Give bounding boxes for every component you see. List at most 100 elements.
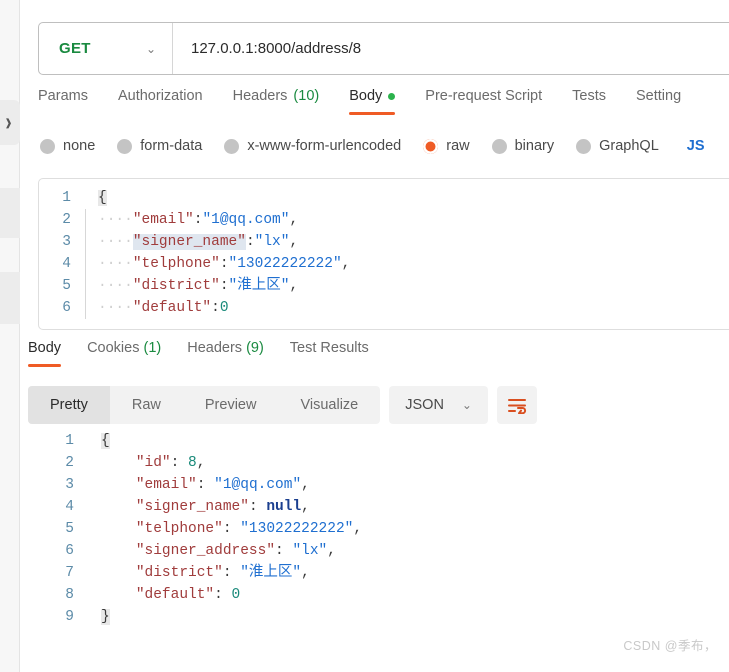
left-rail: ❱ — [0, 0, 20, 672]
code-content: { — [101, 430, 708, 452]
code-line: 5 ····"district":"淮上区", — [39, 275, 729, 297]
code-content: "district": "淮上区", — [101, 562, 708, 584]
code-whitespace: ···· — [98, 300, 133, 316]
body-type-radio-raw[interactable]: raw — [423, 138, 470, 154]
code-punctuation: : — [275, 543, 293, 559]
body-type-radio-graphql[interactable]: GraphQL — [576, 138, 659, 154]
request-tab-label: Setting — [635, 88, 682, 104]
code-key: "district" — [135, 565, 223, 581]
code-punctuation: : — [245, 234, 255, 250]
code-value: 8 — [188, 455, 197, 471]
body-type-label: raw — [446, 138, 470, 154]
code-line: 4 "signer_name": null, — [48, 496, 708, 518]
code-value: "lx" — [292, 543, 328, 559]
line-number: 2 — [65, 455, 74, 471]
word-wrap-button[interactable] — [496, 386, 537, 424]
code-key: "id" — [135, 455, 171, 471]
radio-icon — [423, 138, 439, 154]
line-number: 7 — [65, 565, 74, 581]
sidebar-expand-icon[interactable]: ❱ — [3, 118, 14, 129]
line-number: 8 — [65, 587, 74, 603]
response-view-pretty[interactable]: Pretty — [28, 386, 110, 424]
code-line: 2 "id": 8, — [48, 452, 708, 474]
body-type-radio-binary[interactable]: binary — [491, 138, 554, 154]
code-content: { — [98, 187, 729, 209]
code-content: ····"email":"1@qq.com", — [98, 209, 729, 231]
code-key: "signer_name" — [132, 234, 246, 250]
code-line: 3 ····"signer_name":"lx", — [39, 231, 729, 253]
request-tab-setting[interactable]: Setting — [636, 88, 681, 115]
left-rail-segment — [0, 272, 20, 324]
code-value: null — [266, 499, 302, 515]
response-format-select[interactable]: JSON ⌄ — [389, 386, 488, 424]
response-tab-test-results[interactable]: Test Results — [290, 340, 369, 367]
code-whitespace: ···· — [98, 212, 133, 228]
code-content: ····"telphone":"13022222222", — [98, 253, 729, 275]
request-tab-body[interactable]: Body — [349, 88, 396, 115]
code-punctuation: , — [301, 565, 310, 581]
code-punctuation: : — [248, 499, 267, 515]
indent-guide — [85, 209, 86, 231]
code-punctuation: , — [301, 499, 310, 515]
request-tab-authorization[interactable]: Authorization — [118, 88, 203, 115]
line-number: 5 — [62, 278, 71, 294]
body-type-radio-none[interactable]: none — [40, 138, 95, 154]
request-tab-label: Authorization — [117, 88, 203, 104]
response-view-toolbar: Pretty Raw Preview Visualize JSON ⌄ — [28, 386, 537, 424]
code-value: 0 — [219, 300, 229, 316]
code-punctuation: : — [214, 587, 232, 603]
code-brace: } — [101, 609, 110, 625]
radio-icon — [40, 138, 55, 154]
response-body-viewer[interactable]: 1{2 "id": 8, 3 "email": "1@qq.com", 4 "sig… — [48, 430, 708, 628]
indent-guide — [85, 231, 86, 253]
response-tab-body[interactable]: Body — [28, 340, 62, 367]
http-method-label: GET — [59, 40, 91, 57]
request-tab-params[interactable]: Params — [38, 88, 88, 115]
code-value: 0 — [231, 587, 241, 603]
request-format-select[interactable]: JS — [687, 138, 705, 154]
code-value: "1@qq.com" — [202, 212, 290, 228]
request-tab-label: Pre-request Script — [425, 88, 543, 104]
request-tab-tests[interactable]: Tests — [572, 88, 606, 115]
code-punctuation: : — [222, 565, 241, 581]
code-value: "淮上区" — [228, 278, 290, 294]
code-line: 5 "telphone": "13022222222", — [48, 518, 708, 540]
code-content: "email": "1@qq.com", — [101, 474, 708, 496]
response-view-raw[interactable]: Raw — [110, 386, 183, 424]
request-body-editor[interactable]: 1{2 ····"email":"1@qq.com", 3 ····"signer_n… — [38, 178, 729, 330]
indent-guide — [85, 253, 86, 275]
code-key: "telphone" — [132, 256, 220, 272]
line-number: 5 — [65, 521, 74, 537]
line-number: 6 — [65, 543, 74, 559]
code-key: "district" — [132, 278, 220, 294]
request-tab-label: Params — [38, 88, 88, 104]
request-url-bar: GET ⌄ 127.0.0.1:8000/address/8 — [38, 22, 729, 75]
code-punctuation: , — [301, 477, 310, 493]
response-view-visualize[interactable]: Visualize — [278, 386, 380, 424]
code-whitespace: ···· — [98, 234, 133, 250]
request-tab-headers[interactable]: Headers (10) — [233, 88, 320, 115]
url-input[interactable]: 127.0.0.1:8000/address/8 — [173, 23, 729, 74]
code-punctuation: : — [196, 477, 215, 493]
code-punctuation: : — [222, 521, 241, 537]
code-line: 4 ····"telphone":"13022222222", — [39, 253, 729, 275]
code-value: "lx" — [254, 234, 290, 250]
code-punctuation: , — [289, 234, 299, 250]
watermark: CSDN @季布， — [623, 639, 717, 653]
response-view-preview[interactable]: Preview — [183, 386, 279, 424]
radio-icon — [117, 138, 133, 154]
response-tab-cookies[interactable]: Cookies (1) — [87, 340, 161, 367]
code-punctuation: , — [327, 543, 336, 559]
response-tab-headers[interactable]: Headers (9) — [187, 340, 264, 367]
body-type-radio-x-www-form-urlencoded[interactable]: x-www-form-urlencoded — [224, 138, 401, 154]
code-line: 9} — [48, 606, 708, 628]
http-method-selector[interactable]: GET ⌄ — [39, 23, 173, 74]
body-type-radio-form-data[interactable]: form-data — [117, 138, 202, 154]
code-brace: { — [101, 433, 110, 449]
code-punctuation: : — [219, 256, 229, 272]
code-content: ····"default":0 — [98, 297, 729, 319]
request-tab-pre-request-script[interactable]: Pre-request Script — [425, 88, 542, 115]
code-whitespace: ···· — [98, 256, 133, 272]
indent-guide — [85, 275, 86, 297]
word-wrap-icon — [507, 398, 527, 414]
